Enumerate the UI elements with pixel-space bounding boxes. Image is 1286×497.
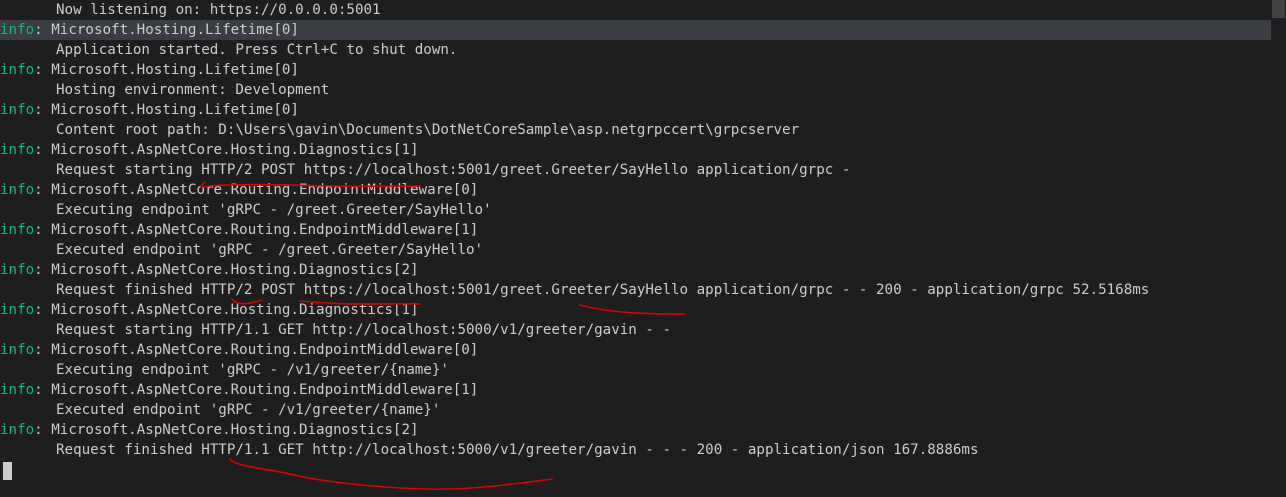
log-text: Now listening on: https://0.0.0.0:5001 [56,2,381,18]
log-message-line: Request finished HTTP/1.1 GET http://loc… [0,440,1286,460]
log-text: Executed endpoint 'gRPC - /v1/greeter/{n… [56,402,441,418]
log-message-line: Now listening on: https://0.0.0.0:5001 [0,0,1286,20]
log-text: : Microsoft.AspNetCore.Hosting.Diagnosti… [34,302,419,318]
log-level: info [0,182,35,198]
log-header-line: info: Microsoft.AspNetCore.Hosting.Diagn… [0,420,1286,440]
log-text: Content root path: D:\Users\gavin\Docume… [56,122,800,138]
log-header-line: info: Microsoft.Hosting.Lifetime[0] [0,100,1286,120]
log-message-line: Request finished HTTP/2 POST https://loc… [0,280,1286,300]
log-text: Request starting HTTP/1.1 GET http://loc… [56,322,671,338]
log-message-line: Request starting HTTP/2 POST https://loc… [0,160,1286,180]
log-message-line: Executing endpoint 'gRPC - /greet.Greete… [0,200,1286,220]
log-text: : Microsoft.AspNetCore.Routing.EndpointM… [34,382,479,398]
log-text: : Microsoft.Hosting.Lifetime[0] [34,102,299,118]
log-text: Executing endpoint 'gRPC - /v1/greeter/{… [56,362,449,378]
log-header-line: info: Microsoft.Hosting.Lifetime[0] [0,60,1286,80]
log-level: info [0,142,35,158]
log-text: : Microsoft.AspNetCore.Routing.EndpointM… [34,222,479,238]
log-text: Request finished HTTP/1.1 GET http://loc… [56,442,979,458]
log-text: Executed endpoint 'gRPC - /greet.Greeter… [56,242,484,258]
vertical-scrollbar[interactable] [1272,0,1286,497]
log-level: info [0,422,35,438]
terminal-output[interactable]: Now listening on: https://0.0.0.0:5001 in… [0,0,1286,497]
log-header-line: info: Microsoft.AspNetCore.Routing.Endpo… [0,220,1286,240]
log-level: info [0,302,35,318]
log-header-line: info: Microsoft.AspNetCore.Hosting.Diagn… [0,140,1286,160]
log-level: info [0,262,35,278]
log-text: : Microsoft.AspNetCore.Hosting.Diagnosti… [34,422,419,438]
terminal-cursor [3,462,12,480]
log-text: Request finished HTTP/2 POST https://loc… [56,282,1150,298]
log-message-line: Executed endpoint 'gRPC - /greet.Greeter… [0,240,1286,260]
log-header-line: info: Microsoft.AspNetCore.Routing.Endpo… [0,340,1286,360]
log-message-line: Content root path: D:\Users\gavin\Docume… [0,120,1286,140]
log-level: info [0,342,35,358]
log-message-line: Application started. Press Ctrl+C to shu… [0,40,1286,60]
log-message-line: Executing endpoint 'gRPC - /v1/greeter/{… [0,360,1286,380]
log-message-line: Executed endpoint 'gRPC - /v1/greeter/{n… [0,400,1286,420]
log-level: info [0,382,35,398]
log-text: Executing endpoint 'gRPC - /greet.Greete… [56,202,492,218]
log-header-line: info: Microsoft.AspNetCore.Hosting.Diagn… [0,260,1286,280]
log-text: : Microsoft.Hosting.Lifetime[0] [34,22,299,38]
annotation-underline-get-finished [229,458,553,490]
log-text: : Microsoft.AspNetCore.Routing.EndpointM… [34,342,479,358]
log-level: info [0,222,35,238]
log-text: Request starting HTTP/2 POST https://loc… [56,162,851,178]
log-text: : Microsoft.AspNetCore.Hosting.Diagnosti… [34,262,419,278]
log-level: info [0,62,35,78]
log-message-line: Hosting environment: Development [0,80,1286,100]
log-message-line: Request starting HTTP/1.1 GET http://loc… [0,320,1286,340]
log-header-line: info: Microsoft.Hosting.Lifetime[0] [0,20,1271,40]
log-header-line: info: Microsoft.AspNetCore.Routing.Endpo… [0,380,1286,400]
log-text: Application started. Press Ctrl+C to shu… [56,42,458,58]
log-header-line: info: Microsoft.AspNetCore.Hosting.Diagn… [0,300,1286,320]
log-header-line: info: Microsoft.AspNetCore.Routing.Endpo… [0,180,1286,200]
log-text: : Microsoft.AspNetCore.Hosting.Diagnosti… [34,142,419,158]
scrollbar-thumb[interactable] [1272,0,1285,18]
log-text: : Microsoft.Hosting.Lifetime[0] [34,62,299,78]
log-level: info [0,102,35,118]
log-text: : Microsoft.AspNetCore.Routing.EndpointM… [34,182,479,198]
log-level: info [0,22,35,38]
log-text: Hosting environment: Development [56,82,330,98]
